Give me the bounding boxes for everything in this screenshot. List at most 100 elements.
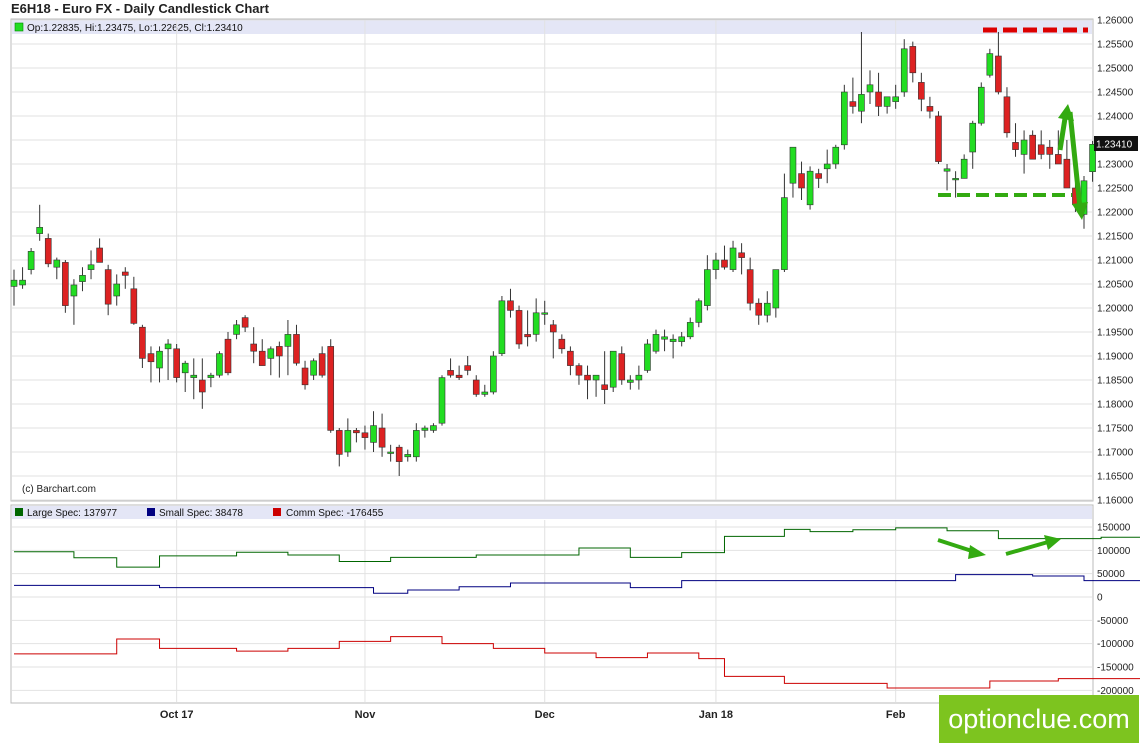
candle-body	[678, 336, 685, 342]
candle-body	[789, 146, 797, 184]
candle-body	[207, 374, 215, 378]
candle-body	[1037, 144, 1045, 155]
candle-body	[926, 106, 934, 112]
large-spec-swatch	[15, 508, 23, 516]
price-tick-label: 1.19000	[1097, 352, 1134, 363]
candle-body	[832, 146, 840, 165]
candle-body	[952, 178, 959, 181]
candle-body	[935, 115, 942, 162]
candle-body	[344, 430, 352, 453]
price-tick-label: 1.18500	[1097, 376, 1134, 387]
candle-body	[130, 288, 138, 324]
candle-body	[567, 350, 574, 366]
candle-body	[310, 360, 317, 376]
candle-body	[104, 269, 112, 305]
candle-body	[276, 346, 283, 357]
candle-body	[258, 350, 266, 366]
candle-body	[575, 365, 583, 376]
candle-body	[892, 96, 899, 102]
candle-body	[481, 391, 489, 395]
candle-body	[301, 367, 309, 386]
candle-body	[669, 338, 677, 342]
candle-body	[541, 312, 549, 315]
candle-body	[113, 283, 121, 297]
candle-body	[515, 310, 523, 345]
candle-body	[943, 168, 951, 172]
price-tick-label: 1.22000	[1097, 208, 1134, 219]
candle-body	[900, 48, 908, 93]
candle-body	[421, 427, 429, 431]
candle-body	[447, 370, 454, 376]
candle-body	[147, 353, 155, 363]
candle-body	[87, 264, 95, 270]
price-tick-label: 1.17000	[1097, 448, 1134, 459]
price-tick-label: 1.16500	[1097, 472, 1134, 483]
candle-body	[883, 96, 891, 107]
candle-body	[267, 348, 275, 359]
candle-body	[181, 362, 189, 374]
candle-body	[353, 430, 360, 434]
candle-body	[609, 350, 617, 388]
candle-body	[918, 82, 925, 100]
candle-body	[849, 101, 857, 107]
candle-body	[601, 384, 608, 390]
candle-body	[413, 430, 420, 458]
candle-body	[721, 259, 728, 268]
price-tick-label: 1.22500	[1097, 184, 1134, 195]
candle-body	[627, 379, 634, 383]
cot-tick-label: -50000	[1097, 616, 1129, 627]
candle-body	[763, 302, 771, 316]
candle-body	[695, 300, 703, 323]
price-tick-label: 1.17500	[1097, 424, 1134, 435]
candle-body	[815, 173, 822, 179]
candle-body	[798, 173, 805, 189]
large-spec-label: Large Spec: 137977	[27, 508, 118, 519]
last-price-label: 1.23410	[1096, 140, 1133, 151]
candle-body	[661, 336, 668, 340]
ohlc-legend-swatch	[14, 22, 24, 32]
candle-body	[378, 427, 386, 448]
cot-tick-label: -150000	[1097, 663, 1134, 674]
candle-body	[652, 334, 660, 352]
credit-text: (c) Barchart.com	[22, 484, 96, 495]
candle-body	[738, 252, 745, 258]
price-tick-label: 1.16000	[1097, 496, 1134, 507]
candle-body	[704, 269, 711, 306]
candle-body	[370, 425, 377, 443]
chart-canvas: Op:1.22835, Hi:1.23475, Lo:1.22625, Cl:1…	[10, 16, 1140, 721]
candle-body	[190, 374, 198, 378]
x-tick-label: Nov	[355, 709, 377, 721]
candle-body	[10, 279, 18, 287]
candle-body	[1063, 158, 1071, 189]
candle-body	[498, 300, 506, 354]
candle-body	[27, 251, 35, 270]
x-tick-label: Feb	[886, 709, 906, 721]
x-tick-label: Jan 18	[699, 709, 733, 721]
x-tick-label: Dec	[535, 709, 555, 721]
candle-body	[584, 374, 591, 381]
ohlc-legend: Op:1.22835, Hi:1.23475, Lo:1.22625, Cl:1…	[27, 23, 243, 34]
candle-body	[532, 312, 540, 335]
candle-body	[335, 430, 343, 455]
candle-body	[250, 343, 257, 352]
candle-body	[746, 269, 754, 304]
small-spec-swatch	[147, 508, 155, 516]
price-tick-label: 1.24500	[1097, 88, 1134, 99]
candle-body	[755, 302, 763, 316]
price-tick-label: 1.20000	[1097, 304, 1134, 315]
candle-body	[164, 343, 172, 350]
candle-body	[1046, 146, 1054, 155]
cot-tick-label: 50000	[1097, 569, 1125, 580]
candle-body	[712, 259, 720, 270]
candle-body	[644, 343, 651, 371]
price-tick-label: 1.23000	[1097, 160, 1134, 171]
candle-body	[549, 324, 557, 333]
candle-body	[318, 353, 326, 376]
candle-body	[729, 247, 737, 270]
price-tick-label: 1.21500	[1097, 232, 1134, 243]
candle-body	[156, 350, 163, 369]
candle-body	[438, 377, 446, 424]
candle-body	[986, 53, 994, 76]
candle-body	[507, 300, 514, 311]
candle-body	[592, 374, 600, 381]
